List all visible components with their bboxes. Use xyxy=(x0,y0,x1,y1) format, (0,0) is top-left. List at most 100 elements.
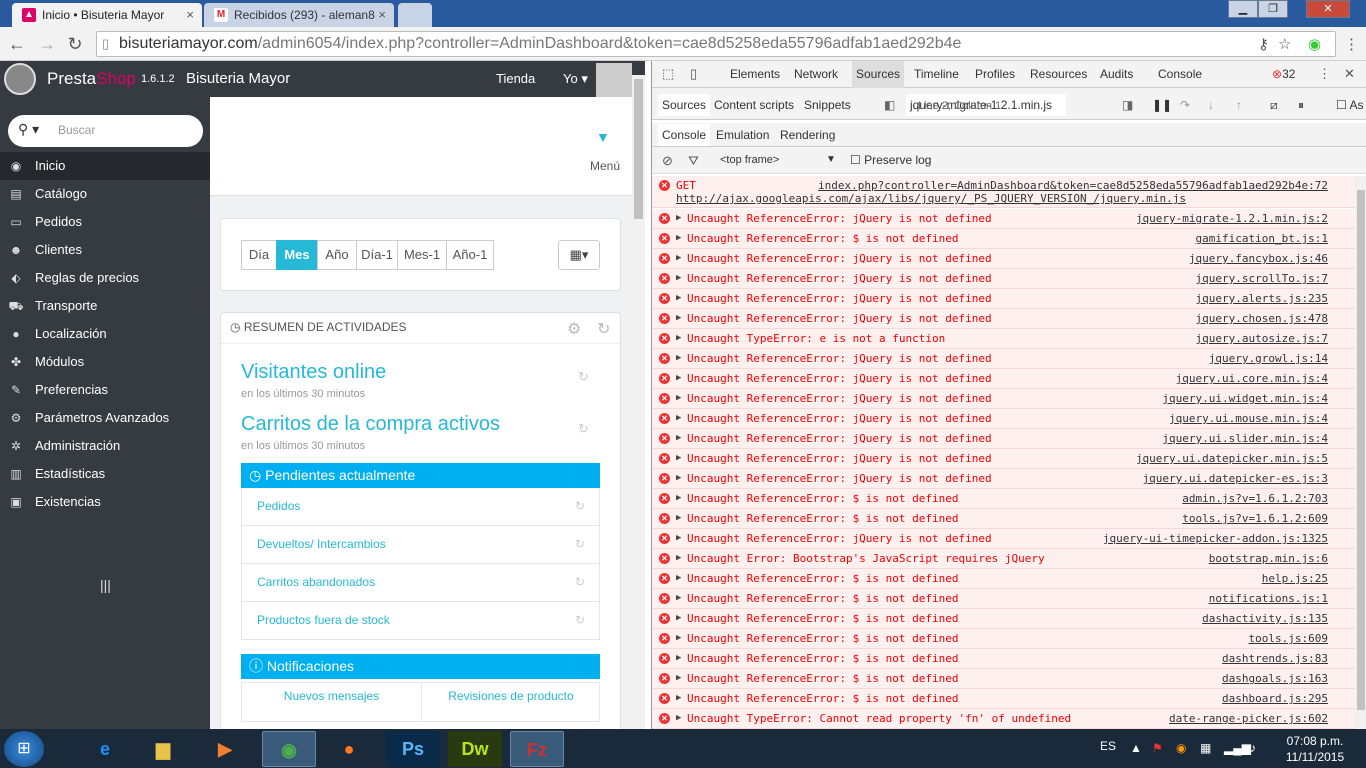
tab-snippets[interactable]: Snippets xyxy=(804,94,851,116)
active-carts[interactable]: Carritos de la compra activos xyxy=(241,413,500,436)
search-icon[interactable]: ⚲ ▾ xyxy=(18,121,39,138)
source-link[interactable]: jquery.ui.slider.min.js:4 xyxy=(1162,429,1328,448)
expand-triangle-icon[interactable]: ▶ xyxy=(676,569,681,588)
tab-elements[interactable]: Elements xyxy=(730,61,780,88)
console-error-row[interactable]: ✕ ▶ Uncaught TypeError: e is not a functio… xyxy=(652,329,1355,349)
ie-icon[interactable]: e xyxy=(78,731,132,767)
source-link[interactable]: dashactivity.js:135 xyxy=(1202,609,1328,628)
sidebar-item-reglas-de-precios[interactable]: ⬖ Reglas de precios xyxy=(0,264,210,292)
browser-tab-active[interactable]: ▲ Inicio • Bisuteria Mayor × xyxy=(12,3,202,27)
chrome-icon[interactable]: ◉ xyxy=(262,731,316,767)
menu-arrow-icon[interactable]: ▼ xyxy=(596,129,610,145)
network-icon[interactable]: ▂▄▆ xyxy=(1224,741,1251,755)
filezilla-icon[interactable]: Fz xyxy=(510,731,564,767)
pending-item[interactable]: Pedidos ↻ xyxy=(241,488,600,526)
user-menu[interactable]: Yo ▾ xyxy=(563,71,588,87)
expand-triangle-icon[interactable]: ▶ xyxy=(676,609,681,628)
tab-audits[interactable]: Audits xyxy=(1100,61,1133,88)
show-hidden-icons-icon[interactable]: ▲ xyxy=(1130,741,1142,755)
source-link[interactable]: bootstrap.min.js:6 xyxy=(1209,549,1328,568)
async-checkbox[interactable]: ☐ As xyxy=(1336,94,1363,116)
period-button[interactable]: Día xyxy=(241,240,277,270)
sidebar-item-catálogo[interactable]: ▤ Catálogo xyxy=(0,180,210,208)
console-error-row[interactable]: ✕ ▶ Uncaught ReferenceError: jQuery is not… xyxy=(652,289,1355,309)
expand-triangle-icon[interactable]: ▶ xyxy=(676,249,681,268)
expand-triangle-icon[interactable]: ▶ xyxy=(676,209,681,228)
tab-new-messages[interactable]: Nuevos mensajes xyxy=(242,683,422,721)
reload-icon[interactable]: ↻ xyxy=(64,33,86,55)
firefox-icon[interactable]: ● xyxy=(322,731,376,767)
url-bar[interactable]: ▯ bisuteriamayor.com/admin6054/index.php… xyxy=(96,31,1336,57)
action-center-icon[interactable]: ⚑ xyxy=(1152,741,1163,755)
tab-emulation[interactable]: Emulation xyxy=(716,124,769,146)
console-error-row[interactable]: ✕ ▶ Uncaught ReferenceError: jQuery is not… xyxy=(652,449,1355,469)
tab-sources[interactable]: Sources xyxy=(852,61,905,88)
maximize-button[interactable]: ❐ xyxy=(1258,0,1288,18)
back-arrow-icon[interactable]: ← xyxy=(6,33,28,55)
expand-triangle-icon[interactable]: ▶ xyxy=(676,429,681,448)
refresh-icon[interactable]: ↻ xyxy=(597,319,610,339)
pause-icon[interactable]: ❚❚ xyxy=(1152,94,1172,116)
console-error-row[interactable]: ✕ ▶ Uncaught ReferenceError: jQuery is not… xyxy=(652,309,1355,329)
console-error-row[interactable]: ✕ ▶ Uncaught ReferenceError: jQuery is not… xyxy=(652,249,1355,269)
console-error-row[interactable]: ✕ ▶ Uncaught ReferenceError: $ is not defi… xyxy=(652,569,1355,589)
console-error-row[interactable]: ✕ ▶ Uncaught ReferenceError: jQuery is not… xyxy=(652,269,1355,289)
console-error-row[interactable]: ✕ ▶ Uncaught ReferenceError: jQuery is not… xyxy=(652,529,1355,549)
console-error-row[interactable]: ✕ ▶ Uncaught ReferenceError: $ is not defi… xyxy=(652,229,1355,249)
filter-icon[interactable]: ⛛ xyxy=(688,153,699,169)
volume-icon[interactable]: ♪ xyxy=(1250,741,1256,755)
sidebar-item-preferencias[interactable]: ✎ Preferencias xyxy=(0,376,210,404)
period-button[interactable]: Año-1 xyxy=(446,240,494,270)
tab-product-reviews[interactable]: Revisiones de producto xyxy=(422,683,600,721)
console-error-row[interactable]: ✕ ▶ Uncaught ReferenceError: $ is not defi… xyxy=(652,509,1355,529)
expand-triangle-icon[interactable]: ▶ xyxy=(676,629,681,648)
expand-triangle-icon[interactable]: ▶ xyxy=(676,409,681,428)
source-link[interactable]: jquery-migrate-1.2.1.min.js:2 xyxy=(1136,209,1328,228)
expand-triangle-icon[interactable]: ▶ xyxy=(676,489,681,508)
tab-timeline[interactable]: Timeline xyxy=(914,61,959,88)
source-link[interactable]: admin.js?v=1.6.1.2:703 xyxy=(1182,489,1328,508)
source-link[interactable]: tools.js?v=1.6.1.2:609 xyxy=(1182,509,1328,528)
toggle-navigator-icon[interactable]: ◧ xyxy=(884,94,895,116)
source-link[interactable]: jquery.ui.mouse.min.js:4 xyxy=(1169,409,1328,428)
step-out-icon[interactable]: ↑ xyxy=(1236,94,1242,116)
device-icon[interactable]: ▦ xyxy=(1200,741,1211,755)
inspect-icon[interactable]: ⬚ xyxy=(662,66,674,82)
scrollbar-thumb[interactable] xyxy=(1357,190,1365,710)
menu-icon[interactable]: ⋮ xyxy=(1344,35,1359,53)
bookmark-star-icon[interactable]: ☆ xyxy=(1278,35,1291,53)
gear-icon[interactable]: ⚙ xyxy=(567,319,581,339)
frame-selector[interactable]: <top frame> xyxy=(720,154,779,166)
source-link[interactable]: jquery.ui.datepicker-es.js:3 xyxy=(1143,469,1328,488)
close-icon[interactable]: × xyxy=(378,3,386,27)
expand-triangle-icon[interactable]: ▶ xyxy=(676,329,681,348)
source-link[interactable]: tools.js:609 xyxy=(1249,629,1328,648)
expand-triangle-icon[interactable]: ▶ xyxy=(676,529,681,548)
console-error-row[interactable]: ✕ ▶ Uncaught Error: Bootstrap's JavaScript… xyxy=(652,549,1355,569)
sidebar-item-estadísticas[interactable]: ▥ Estadísticas xyxy=(0,460,210,488)
key-icon[interactable]: ⚷ xyxy=(1258,35,1269,53)
expand-triangle-icon[interactable]: ▶ xyxy=(676,269,681,288)
minimize-button[interactable]: ▁ xyxy=(1228,0,1258,18)
expand-triangle-icon[interactable]: ▶ xyxy=(676,589,681,608)
step-into-icon[interactable]: ↓ xyxy=(1208,94,1214,116)
source-link[interactable]: jquery.growl.js:14 xyxy=(1209,349,1328,368)
forward-arrow-icon[interactable]: → xyxy=(36,33,58,55)
source-link[interactable]: dashtrends.js:83 xyxy=(1222,649,1328,668)
tab-network[interactable]: Network xyxy=(794,61,838,88)
search-input[interactable]: ⚲ ▾ Buscar xyxy=(8,115,203,147)
source-link[interactable]: date-range-picker.js:602 xyxy=(1169,709,1328,728)
expand-triangle-icon[interactable]: ▶ xyxy=(676,289,681,308)
sidebar-item-pedidos[interactable]: ▭ Pedidos xyxy=(0,208,210,236)
avatar[interactable] xyxy=(596,63,632,97)
expand-triangle-icon[interactable]: ▶ xyxy=(676,449,681,468)
console-scrollbar[interactable] xyxy=(1355,176,1366,729)
photoshop-icon[interactable]: Ps xyxy=(386,731,440,767)
console-error-row[interactable]: ✕ ▶ Uncaught ReferenceError: $ is not defi… xyxy=(652,669,1355,689)
period-button[interactable]: Año xyxy=(317,240,357,270)
expand-triangle-icon[interactable]: ▶ xyxy=(676,649,681,668)
sidebar-item-existencias[interactable]: ▣ Existencias xyxy=(0,488,210,516)
console-error-row[interactable]: ✕ ▶ Uncaught ReferenceError: $ is not defi… xyxy=(652,629,1355,649)
deactivate-breakpoints-icon[interactable]: ⧄ xyxy=(1270,94,1278,116)
preserve-log-checkbox[interactable]: ☐ Preserve log xyxy=(850,153,931,167)
